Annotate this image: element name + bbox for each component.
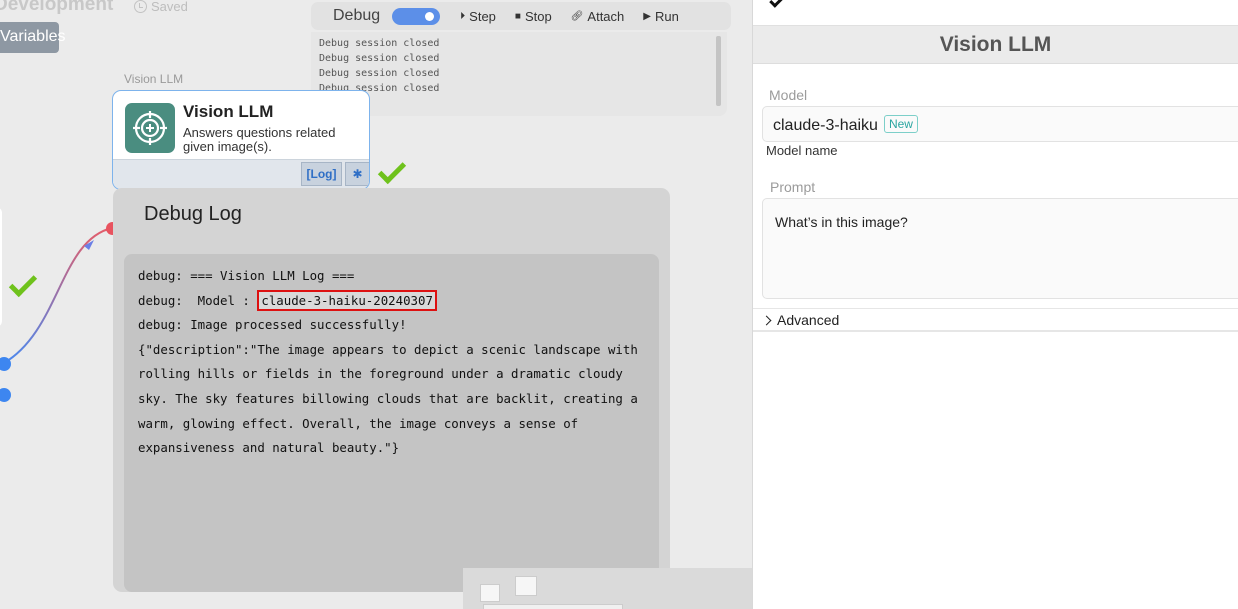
- debug-log-title: Debug Log: [144, 203, 242, 225]
- chevron-right-icon: [761, 315, 772, 326]
- node-description: Answers questions related given image(s)…: [183, 125, 336, 154]
- bug-icon[interactable]: ✱: [345, 162, 369, 186]
- highlighted-model-id: claude-3-haiku-20240307: [257, 289, 437, 311]
- model-sublabel: Model name: [766, 143, 838, 158]
- log-line: debug: === Vision LLM Log ===: [138, 268, 355, 283]
- debug-log-body: debug: === Vision LLM Log === debug: Mod…: [124, 254, 659, 592]
- node-caption: Vision LLM: [124, 72, 184, 86]
- model-value: claude-3-haiku: [773, 117, 878, 134]
- minimap-node: [480, 584, 500, 602]
- advanced-label: Advanced: [777, 312, 840, 328]
- properties-panel: Vision LLM Model claude-3-haiku New Model…: [752, 0, 1238, 609]
- log-line: sky. The sky features billowing clouds t…: [138, 390, 638, 406]
- minimap[interactable]: [463, 568, 752, 609]
- panel-title: Vision LLM: [753, 26, 1238, 64]
- prompt-label: Prompt: [770, 179, 816, 195]
- panel-top-bar: [753, 0, 1238, 26]
- minimap-viewport[interactable]: [483, 604, 623, 609]
- model-select[interactable]: claude-3-haiku New: [762, 106, 1238, 142]
- flow-canvas[interactable]: Development Saved Variables Debug ⏵ Step…: [0, 0, 752, 609]
- vision-icon: [125, 103, 175, 153]
- log-line: debug: Image processed successfully!: [138, 317, 407, 333]
- previous-node[interactable]: [0, 207, 2, 327]
- log-line: rolling hills or fields in the foregroun…: [138, 366, 623, 382]
- log-line: expansiveness and natural beauty."}: [138, 440, 400, 456]
- model-label: Model: [769, 87, 808, 103]
- new-badge: New: [883, 115, 918, 133]
- log-line-prefix: debug: Model :: [138, 292, 258, 308]
- node-footer: [Log] ✱: [113, 159, 369, 189]
- prompt-input[interactable]: What’s in this image?: [762, 198, 1238, 299]
- debug-log-panel: Debug Log debug: === Vision LLM Log === …: [113, 188, 670, 592]
- log-line-model: debug: Model : claude-3-haiku-20240307: [138, 289, 645, 314]
- log-button[interactable]: [Log]: [301, 162, 342, 186]
- vision-llm-node[interactable]: Vision LLM Answers questions related giv…: [112, 90, 370, 190]
- log-line: {"description":"The image appears to dep…: [138, 341, 638, 357]
- log-line: warm, glowing effect. Overall, the image…: [138, 415, 579, 431]
- node-title: Vision LLM: [183, 102, 274, 121]
- minimap-node: [515, 576, 537, 596]
- advanced-toggle[interactable]: Advanced: [753, 308, 1238, 332]
- check-icon[interactable]: [769, 0, 785, 8]
